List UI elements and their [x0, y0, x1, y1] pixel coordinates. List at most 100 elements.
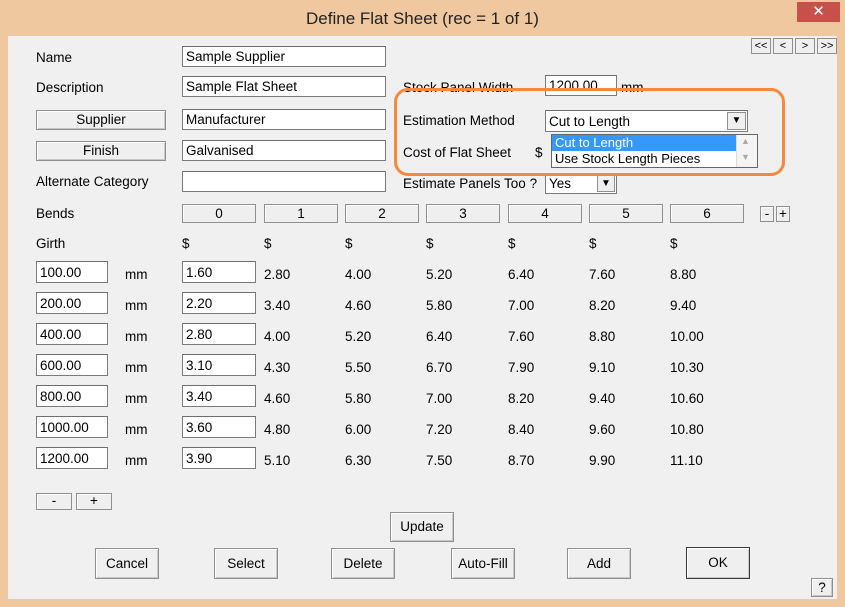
- supplier-button[interactable]: Supplier: [36, 110, 166, 130]
- price-value-bend-2: 5.80: [345, 391, 372, 406]
- price-value-bend-2: 5.20: [345, 329, 372, 344]
- highlight-annotation: [394, 88, 785, 176]
- price-value-bend-1: 4.00: [264, 329, 291, 344]
- bend-button-5[interactable]: 5: [589, 204, 663, 223]
- price-input-bend-0[interactable]: 2.80: [182, 323, 256, 345]
- currency-header-3: $: [426, 236, 434, 251]
- price-value-bend-1: 5.10: [264, 453, 291, 468]
- estimate-panels-arrow-icon[interactable]: ▼: [597, 175, 615, 192]
- name-input[interactable]: Sample Supplier: [182, 46, 386, 67]
- bend-button-2[interactable]: 2: [345, 204, 419, 223]
- price-input-bend-0[interactable]: 3.40: [182, 385, 256, 407]
- add-girth-row-button[interactable]: +: [76, 493, 112, 510]
- currency-header-1: $: [264, 236, 272, 251]
- help-button[interactable]: ?: [811, 578, 833, 597]
- add-button[interactable]: Add: [567, 548, 631, 579]
- girth-input[interactable]: 100.00: [36, 261, 108, 283]
- price-input-bend-0[interactable]: 2.20: [182, 292, 256, 314]
- price-value-bend-4: 7.00: [508, 298, 535, 313]
- price-value-bend-5: 7.60: [589, 267, 616, 282]
- price-input-bend-0[interactable]: 1.60: [182, 261, 256, 283]
- price-value-bend-6: 8.80: [670, 267, 697, 282]
- nav-last-button[interactable]: >>: [817, 38, 837, 54]
- bend-button-4[interactable]: 4: [508, 204, 582, 223]
- add-bend-button[interactable]: +: [776, 206, 790, 222]
- nav-next-button[interactable]: >: [795, 38, 815, 54]
- price-value-bend-5: 9.60: [589, 422, 616, 437]
- title-bar: Define Flat Sheet (rec = 1 of 1) ✕: [0, 0, 845, 36]
- price-value-bend-6: 10.30: [670, 360, 704, 375]
- girth-label: Girth: [36, 236, 66, 251]
- girth-input[interactable]: 400.00: [36, 323, 108, 345]
- price-value-bend-5: 8.80: [589, 329, 616, 344]
- girth-unit: mm: [125, 422, 148, 437]
- price-value-bend-6: 11.10: [670, 453, 703, 468]
- currency-header-2: $: [345, 236, 353, 251]
- price-value-bend-3: 7.20: [426, 422, 453, 437]
- bends-label: Bends: [36, 206, 75, 221]
- price-value-bend-6: 10.60: [670, 391, 704, 406]
- price-value-bend-5: 9.40: [589, 391, 616, 406]
- girth-input[interactable]: 1000.00: [36, 416, 108, 438]
- price-value-bend-6: 10.00: [670, 329, 704, 344]
- bend-button-6[interactable]: 6: [670, 204, 744, 223]
- girth-unit: mm: [125, 267, 148, 282]
- alternate-category-input[interactable]: [182, 171, 386, 192]
- alternate-category-label: Alternate Category: [36, 174, 149, 189]
- finish-button[interactable]: Finish: [36, 141, 166, 161]
- price-value-bend-1: 4.80: [264, 422, 291, 437]
- nav-prev-button[interactable]: <: [773, 38, 793, 54]
- currency-header-4: $: [508, 236, 516, 251]
- estimate-panels-value: Yes: [549, 176, 572, 191]
- price-value-bend-1: 4.60: [264, 391, 291, 406]
- girth-input[interactable]: 800.00: [36, 385, 108, 407]
- price-value-bend-3: 5.20: [426, 267, 453, 282]
- select-button[interactable]: Select: [214, 548, 278, 579]
- nav-first-button[interactable]: <<: [751, 38, 771, 54]
- price-value-bend-1: 4.30: [264, 360, 291, 375]
- delete-button[interactable]: Delete: [331, 548, 395, 579]
- price-value-bend-3: 5.80: [426, 298, 453, 313]
- ok-button[interactable]: OK: [686, 547, 750, 579]
- estimate-panels-label: Estimate Panels Too ?: [403, 176, 538, 191]
- price-value-bend-5: 8.20: [589, 298, 616, 313]
- price-value-bend-4: 6.40: [508, 267, 535, 282]
- price-value-bend-3: 6.70: [426, 360, 453, 375]
- close-button[interactable]: ✕: [797, 2, 840, 22]
- price-value-bend-5: 9.10: [589, 360, 616, 375]
- price-value-bend-6: 9.40: [670, 298, 697, 313]
- dialog-window: Define Flat Sheet (rec = 1 of 1) ✕ << < …: [0, 0, 845, 607]
- currency-header-6: $: [670, 236, 678, 251]
- price-value-bend-4: 7.60: [508, 329, 535, 344]
- remove-girth-row-button[interactable]: -: [36, 493, 72, 510]
- cancel-button[interactable]: Cancel: [95, 548, 159, 579]
- bend-button-1[interactable]: 1: [264, 204, 338, 223]
- update-button[interactable]: Update: [390, 512, 454, 542]
- bend-button-3[interactable]: 3: [426, 204, 500, 223]
- price-value-bend-4: 7.90: [508, 360, 535, 375]
- auto-fill-button[interactable]: Auto-Fill: [451, 548, 515, 579]
- dialog-client: << < > >> Name Sample Supplier Descripti…: [8, 36, 837, 599]
- price-value-bend-4: 8.40: [508, 422, 535, 437]
- price-input-bend-0[interactable]: 3.10: [182, 354, 256, 376]
- girth-input[interactable]: 200.00: [36, 292, 108, 314]
- girth-unit: mm: [125, 391, 148, 406]
- price-value-bend-2: 6.30: [345, 453, 372, 468]
- price-value-bend-3: 7.00: [426, 391, 453, 406]
- price-value-bend-2: 6.00: [345, 422, 372, 437]
- description-input[interactable]: Sample Flat Sheet: [182, 76, 386, 97]
- price-input-bend-0[interactable]: 3.60: [182, 416, 256, 438]
- girth-input[interactable]: 1200.00: [36, 447, 108, 469]
- girth-unit: mm: [125, 329, 148, 344]
- girth-input[interactable]: 600.00: [36, 354, 108, 376]
- remove-bend-button[interactable]: -: [760, 206, 774, 222]
- price-value-bend-5: 9.90: [589, 453, 616, 468]
- description-label: Description: [36, 80, 104, 95]
- finish-input[interactable]: Galvanised: [182, 140, 386, 161]
- price-input-bend-0[interactable]: 3.90: [182, 447, 256, 469]
- bend-button-0[interactable]: 0: [182, 204, 256, 223]
- window-title: Define Flat Sheet (rec = 1 of 1): [306, 9, 539, 28]
- girth-unit: mm: [125, 360, 148, 375]
- currency-header-0: $: [182, 236, 190, 251]
- supplier-input[interactable]: Manufacturer: [182, 109, 386, 130]
